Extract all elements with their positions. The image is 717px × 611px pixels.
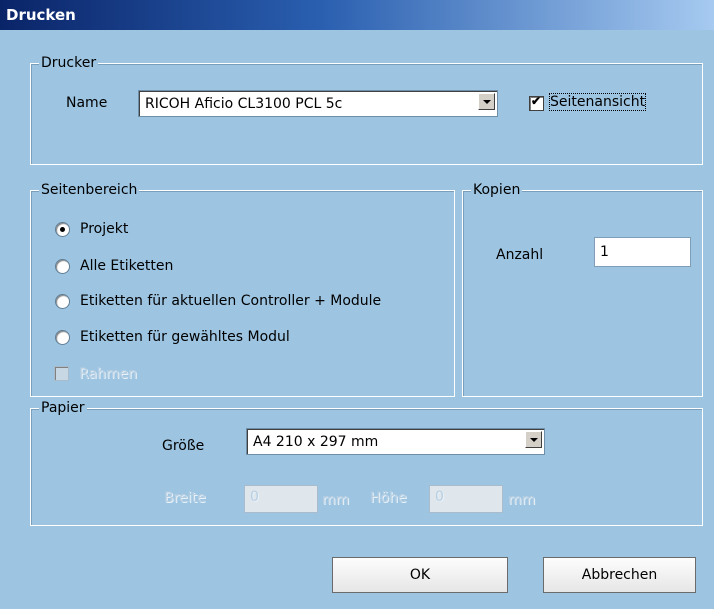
printer-select-value: RICOH Aficio CL3100 PCL 5c — [145, 96, 343, 112]
radio-alle-etiketten[interactable] — [55, 259, 70, 274]
breite-input: 0 — [244, 485, 318, 513]
anzahl-label: Anzahl — [496, 247, 544, 263]
cancel-button[interactable]: Abbrechen — [543, 557, 696, 593]
title-bar: Drucken — [0, 0, 714, 30]
hoehe-value: 0 — [435, 489, 444, 505]
seitenbereich-legend: Seitenbereich — [39, 182, 140, 198]
preview-label[interactable]: Seitenansicht — [548, 93, 647, 111]
chevron-down-icon[interactable] — [525, 431, 542, 448]
ok-button[interactable]: OK — [332, 557, 508, 593]
dialog-title: Drucken — [6, 6, 76, 24]
drucker-legend: Drucker — [39, 55, 99, 71]
paper-size-value: A4 210 x 297 mm — [253, 434, 379, 450]
chevron-down-icon[interactable] — [478, 93, 495, 110]
paper-size-select[interactable]: A4 210 x 297 mm — [246, 428, 545, 455]
radio-aktueller-controller[interactable] — [55, 294, 70, 309]
radio-alle-etiketten-label[interactable]: Alle Etiketten — [80, 258, 173, 274]
papier-group: Papier — [30, 400, 703, 526]
radio-gewaehltes-modul[interactable] — [55, 330, 70, 345]
kopien-legend: Kopien — [471, 182, 523, 198]
printer-name-label: Name — [66, 95, 108, 111]
rahmen-checkbox — [54, 366, 69, 381]
radio-aktueller-controller-label[interactable]: Etiketten für aktuellen Controller + Mod… — [80, 293, 381, 309]
anzahl-value: 1 — [600, 244, 609, 260]
breite-label: Breite — [164, 490, 206, 506]
hoehe-input: 0 — [429, 485, 503, 513]
radio-gewaehltes-modul-label[interactable]: Etiketten für gewähltes Modul — [80, 329, 290, 345]
breite-unit: mm — [322, 492, 350, 508]
breite-value: 0 — [250, 489, 259, 505]
kopien-group: Kopien — [462, 182, 703, 397]
preview-checkbox[interactable] — [529, 94, 544, 111]
groesse-label: Größe — [162, 438, 205, 454]
radio-projekt[interactable] — [55, 222, 70, 237]
radio-projekt-label[interactable]: Projekt — [80, 221, 128, 237]
print-dialog: Drucken Drucker Name RICOH Aficio CL3100… — [0, 0, 716, 609]
hoehe-label: Höhe — [370, 490, 407, 506]
rahmen-label: Rahmen — [79, 366, 137, 382]
hoehe-unit: mm — [508, 492, 536, 508]
printer-select[interactable]: RICOH Aficio CL3100 PCL 5c — [138, 90, 498, 117]
anzahl-input[interactable]: 1 — [594, 237, 691, 267]
papier-legend: Papier — [39, 400, 87, 416]
